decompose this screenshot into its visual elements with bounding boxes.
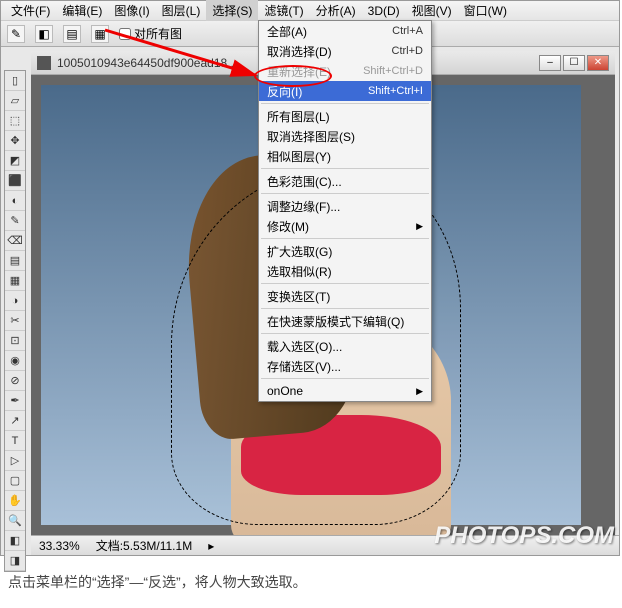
menu-edit[interactable]: 编辑(E) bbox=[56, 0, 108, 21]
tool-button[interactable]: ▷ bbox=[5, 451, 25, 471]
close-button[interactable]: ✕ bbox=[587, 55, 609, 71]
tool-button[interactable]: ⌫ bbox=[5, 231, 25, 251]
tool-button[interactable]: ◑ bbox=[5, 291, 25, 311]
menu-select[interactable]: 选择(S) bbox=[206, 0, 258, 21]
tool-option-icon[interactable]: ▤ bbox=[63, 25, 81, 43]
tool-button[interactable]: ⊡ bbox=[5, 331, 25, 351]
sample-size-icon[interactable]: ◧ bbox=[35, 25, 53, 43]
sample-all-label: 对所有图 bbox=[134, 25, 182, 42]
menu-item[interactable]: 所有图层(L) bbox=[259, 106, 431, 126]
menu-item[interactable]: 变换选区(T) bbox=[259, 286, 431, 306]
menu-item[interactable]: 取消选择图层(S) bbox=[259, 126, 431, 146]
menu-item[interactable]: 相似图层(Y) bbox=[259, 146, 431, 166]
tool-button[interactable]: ◩ bbox=[5, 151, 25, 171]
menu-3d[interactable]: 3D(D) bbox=[362, 2, 406, 20]
tool-button[interactable]: ▯ bbox=[5, 71, 25, 91]
menu-item[interactable]: 色彩范围(C)... bbox=[259, 171, 431, 191]
tool-button[interactable]: ⊘ bbox=[5, 371, 25, 391]
tool-button[interactable]: ✋ bbox=[5, 491, 25, 511]
tool-button[interactable]: ◉ bbox=[5, 351, 25, 371]
tools-panel: ▯▱⬚✥◩⬛◐✎⌫▤▦◑✂⊡◉⊘✒↗T▷▢✋🔍◧◨ bbox=[4, 70, 26, 572]
menu-image[interactable]: 图像(I) bbox=[108, 0, 155, 21]
tool-option2-icon[interactable]: ▦ bbox=[91, 25, 109, 43]
status-arrow-icon[interactable]: ▸ bbox=[208, 539, 214, 553]
tool-button[interactable]: ✂ bbox=[5, 311, 25, 331]
menu-item[interactable]: 调整边缘(F)... bbox=[259, 196, 431, 216]
menu-view[interactable]: 视图(V) bbox=[406, 0, 458, 21]
tool-button[interactable]: ⬛ bbox=[5, 171, 25, 191]
menu-item[interactable]: 修改(M)▶ bbox=[259, 216, 431, 236]
tool-button[interactable]: ⬚ bbox=[5, 111, 25, 131]
caption-bar: 点击菜单栏的“选择”—“反选”，将人物大致选取。 bbox=[0, 560, 622, 604]
tool-button[interactable]: ✥ bbox=[5, 131, 25, 151]
select-menu-dropdown: 全部(A)Ctrl+A取消选择(D)Ctrl+D重新选择(E)Shift+Ctr… bbox=[258, 20, 432, 402]
menu-item: 重新选择(E)Shift+Ctrl+D bbox=[259, 61, 431, 81]
menu-filter[interactable]: 滤镜(T) bbox=[258, 0, 309, 21]
tool-button[interactable]: ◧ bbox=[5, 531, 25, 551]
tool-button[interactable]: ▱ bbox=[5, 91, 25, 111]
tool-button[interactable]: ↗ bbox=[5, 411, 25, 431]
menu-item[interactable]: 取消选择(D)Ctrl+D bbox=[259, 41, 431, 61]
menu-layer[interactable]: 图层(L) bbox=[156, 0, 207, 21]
tool-button[interactable]: ◐ bbox=[5, 191, 25, 211]
tool-button[interactable]: ▤ bbox=[5, 251, 25, 271]
sample-all-checkbox[interactable]: 对所有图 bbox=[119, 25, 182, 42]
tool-button[interactable]: T bbox=[5, 431, 25, 451]
caption-text: 点击菜单栏的“选择”—“反选”，将人物大致选取。 bbox=[8, 572, 307, 592]
tool-button[interactable]: ▦ bbox=[5, 271, 25, 291]
tool-button[interactable]: 🔍 bbox=[5, 511, 25, 531]
tool-button[interactable]: ✒ bbox=[5, 391, 25, 411]
menu-file[interactable]: 文件(F) bbox=[5, 0, 56, 21]
document-size: 文档:5.53M/11.1M bbox=[96, 537, 192, 554]
tool-preset-icon[interactable]: ✎ bbox=[7, 25, 25, 43]
maximize-button[interactable]: ☐ bbox=[563, 55, 585, 71]
tool-button[interactable]: ✎ bbox=[5, 211, 25, 231]
menubar: 文件(F) 编辑(E) 图像(I) 图层(L) 选择(S) 滤镜(T) 分析(A… bbox=[1, 1, 619, 21]
menu-window[interactable]: 窗口(W) bbox=[458, 0, 513, 21]
watermark: PHOTOPS.COM bbox=[434, 522, 614, 550]
minimize-button[interactable]: – bbox=[539, 55, 561, 71]
menu-item[interactable]: onOne▶ bbox=[259, 381, 431, 401]
menu-item[interactable]: 反向(I)Shift+Ctrl+I bbox=[259, 81, 431, 101]
menu-item[interactable]: 载入选区(O)... bbox=[259, 336, 431, 356]
menu-analysis[interactable]: 分析(A) bbox=[310, 0, 362, 21]
menu-item[interactable]: 存储选区(V)... bbox=[259, 356, 431, 376]
menu-item[interactable]: 选取相似(R) bbox=[259, 261, 431, 281]
menu-item[interactable]: 扩大选取(G) bbox=[259, 241, 431, 261]
menu-item[interactable]: 在快速蒙版模式下编辑(Q) bbox=[259, 311, 431, 331]
menu-item[interactable]: 全部(A)Ctrl+A bbox=[259, 21, 431, 41]
tool-button[interactable]: ▢ bbox=[5, 471, 25, 491]
zoom-level[interactable]: 33.33% bbox=[39, 539, 80, 553]
document-icon bbox=[37, 56, 51, 70]
